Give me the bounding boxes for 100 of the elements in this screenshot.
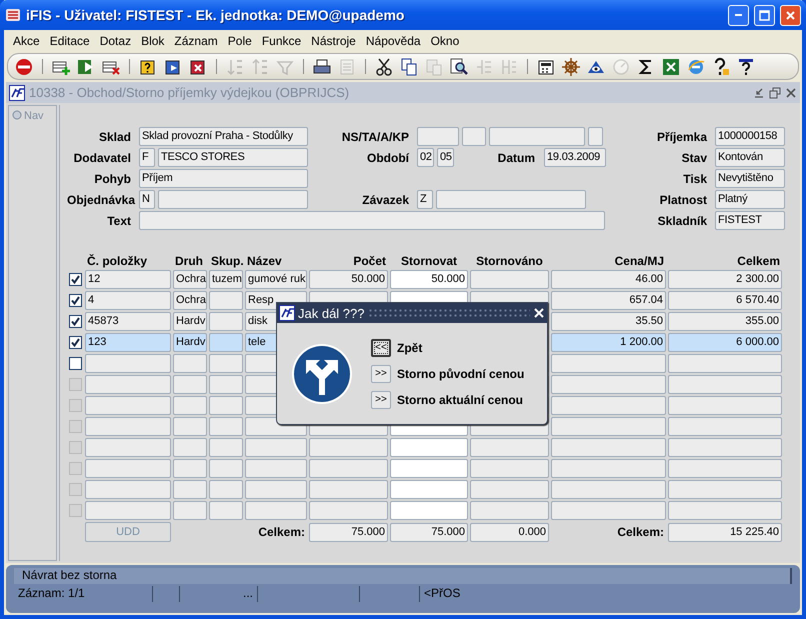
checkbox[interactable] [68, 315, 82, 328]
menu-item[interactable]: Akce [8, 34, 45, 48]
maximize-button[interactable] [754, 4, 775, 26]
column-header: Počet [352, 254, 387, 268]
app-icon [5, 7, 21, 23]
table-cell [209, 396, 243, 415]
table-cell [173, 354, 207, 373]
check-icon [70, 317, 80, 326]
form-icon [9, 84, 25, 100]
checkbox[interactable] [68, 336, 82, 349]
print-icon[interactable] [312, 56, 332, 76]
input-field[interactable]: FISTEST [715, 211, 785, 230]
table-cell [245, 438, 307, 457]
input-field[interactable]: Z [417, 190, 433, 209]
restore-icon[interactable] [769, 86, 781, 98]
wheel-icon[interactable] [561, 56, 581, 76]
checkbox[interactable] [68, 357, 82, 370]
option-button[interactable]: >> [371, 390, 391, 408]
table-cell[interactable] [390, 459, 468, 478]
column-header: Stornovat [400, 254, 458, 268]
table-cell [173, 375, 207, 394]
maximize-icon [759, 10, 770, 20]
input-field[interactable]: Nevytištěno [715, 169, 785, 188]
input-field[interactable] [462, 127, 486, 146]
menu-item[interactable]: Dotaz [94, 34, 136, 48]
input-field[interactable]: Kontován [715, 148, 785, 167]
table-cell [173, 438, 207, 457]
copy-icon[interactable] [399, 56, 419, 76]
input-field[interactable] [158, 190, 308, 209]
minimize-button[interactable] [728, 4, 749, 26]
input-field[interactable]: 05 [437, 148, 454, 167]
table-cell: gumové ruk [245, 270, 307, 289]
menu-item[interactable]: Editace [44, 34, 95, 48]
total-label: Celkem: [616, 525, 665, 539]
total-value: 75.000 [309, 522, 388, 542]
input-field[interactable]: Sklad provozní Praha - Stodůlky [139, 127, 308, 146]
table-cell [209, 354, 243, 373]
input-field[interactable]: 1000000158 [715, 127, 785, 146]
field-label: Sklad [98, 130, 132, 144]
table-cell[interactable] [390, 438, 468, 457]
input-field[interactable] [588, 127, 603, 146]
option-label: Zpět [397, 340, 422, 354]
minimize-icon[interactable] [753, 86, 765, 98]
input-field[interactable]: 02 [417, 148, 434, 167]
input-field[interactable] [489, 127, 585, 146]
field-label: Pohyb [93, 172, 132, 186]
menu-item[interactable]: Nápověda [360, 34, 426, 48]
field-label: Platnost [658, 192, 708, 206]
input-field[interactable]: N [139, 190, 155, 209]
menu-item[interactable]: Okno [426, 34, 464, 48]
spreadsheet-icon[interactable] [661, 56, 681, 76]
table-cell: Hardv [173, 333, 207, 352]
menu-item[interactable]: Blok [136, 34, 170, 48]
input-field[interactable]: 19.03.2009 [544, 148, 606, 167]
total-label: Celkem: [257, 525, 306, 539]
menu-item[interactable]: Funkce [256, 34, 306, 48]
field-label: Příjemka [656, 130, 708, 144]
help-context-icon[interactable] [736, 56, 756, 76]
table-cell [173, 396, 207, 415]
option-label: Storno původní cenou [397, 366, 524, 380]
menu-item[interactable]: Záznam [169, 34, 223, 48]
input-field[interactable]: TESCO STORES [158, 148, 308, 167]
radio-button[interactable] [12, 110, 22, 120]
column-header: Skup. [210, 254, 243, 268]
status-field: <PřOS [420, 586, 540, 602]
checkbox[interactable] [68, 273, 82, 286]
input-field[interactable] [139, 211, 605, 230]
table-cell [245, 480, 307, 499]
total-value: 15 225.40 [668, 522, 782, 542]
option-button[interactable]: << [371, 338, 391, 356]
table-cell: 6 570.40 [668, 291, 782, 310]
table-cell[interactable] [390, 501, 468, 520]
table-cell[interactable] [390, 480, 468, 499]
table-cell: Ochra [173, 291, 207, 310]
checkbox[interactable] [68, 294, 82, 307]
close-icon[interactable] [785, 86, 797, 98]
option-button[interactable]: >> [371, 364, 391, 382]
table-cell [173, 501, 207, 520]
field-label: Období [366, 150, 410, 164]
input-field[interactable]: F [139, 148, 155, 167]
input-field[interactable] [436, 190, 586, 209]
input-field[interactable] [417, 127, 459, 146]
close-button[interactable] [780, 4, 801, 26]
field-label: Dodavatel [72, 150, 132, 164]
scissors-icon[interactable] [374, 56, 394, 76]
column-header: Č. položky [86, 254, 148, 268]
menu-item[interactable]: Pole [222, 34, 257, 48]
search-icon[interactable] [449, 56, 469, 76]
menu-item[interactable]: Nástroje [306, 34, 361, 48]
close-icon [785, 10, 796, 20]
table-cell[interactable]: 50.000 [390, 270, 468, 289]
field-label: Tisk [682, 172, 708, 186]
status-message: Návrat bez storna [14, 568, 792, 584]
input-field[interactable]: Platný [715, 190, 785, 209]
table-cell [209, 417, 243, 436]
exit-icon[interactable] [14, 56, 34, 76]
input-field[interactable]: Příjem [139, 169, 308, 188]
field-label: Text [106, 214, 132, 228]
field-label: Objednávka [67, 192, 136, 206]
table-cell [209, 312, 243, 331]
